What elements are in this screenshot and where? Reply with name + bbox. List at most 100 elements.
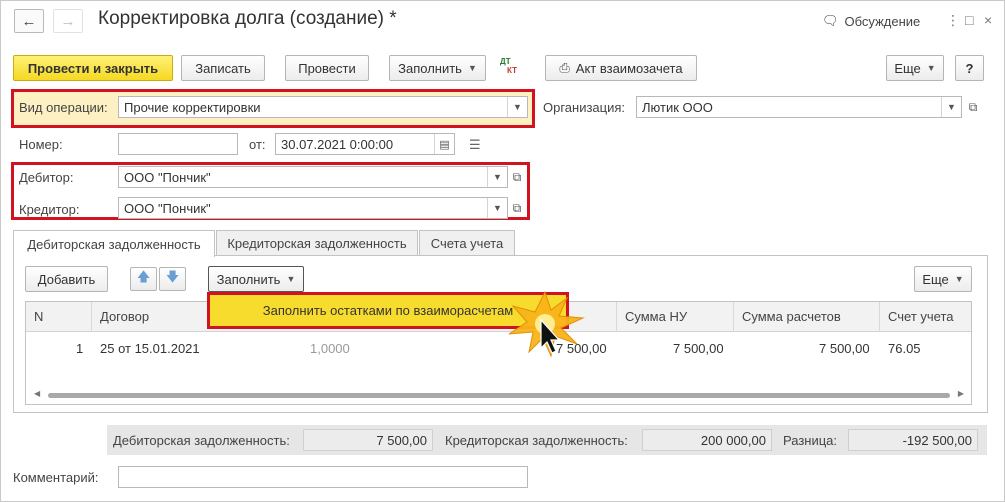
creditor-value: ООО "Пончик" [124, 200, 211, 216]
discussion-button[interactable]: 🗨 Обсуждение [822, 13, 920, 29]
number-label: Номер: [19, 137, 63, 152]
chevron-down-icon[interactable]: ▼ [941, 97, 961, 117]
post-label: Провести [298, 60, 356, 76]
creditor-label: Кредитор: [19, 202, 80, 217]
tab-accounts-label: Счета учета [430, 236, 504, 251]
table-fill-label: Заполнить [216, 271, 281, 287]
chevron-down-icon[interactable]: ▼ [507, 97, 527, 117]
column-separator [733, 302, 734, 332]
history-list-icon[interactable]: ☰ [469, 137, 481, 153]
cell-rate: 1,0000 [310, 341, 350, 356]
column-separator [91, 302, 92, 332]
date-label: от: [249, 137, 266, 152]
open-debtor-icon[interactable]: ⧉ [508, 166, 526, 188]
arrow-up-icon: 🡅 [136, 269, 151, 284]
arrow-right-icon: → [60, 12, 76, 30]
add-row-button[interactable]: Добавить [25, 266, 108, 292]
debtor-value: ООО "Пончик" [124, 169, 211, 185]
column-header-contract[interactable]: Договор [100, 302, 149, 332]
chevron-down-icon: ▼ [467, 63, 477, 73]
fill-menu-button[interactable]: Заполнить ▼ [389, 55, 486, 81]
close-icon[interactable]: × [984, 12, 992, 28]
table-more-label: Еще [922, 271, 949, 287]
tab-accounts[interactable]: Счета учета [419, 230, 515, 256]
save-label: Записать [195, 60, 251, 76]
add-row-label: Добавить [37, 271, 96, 287]
dt-label: ДТ [500, 57, 511, 66]
help-label: ? [965, 60, 974, 76]
tab-receivables[interactable]: Дебиторская задолженность [13, 230, 215, 257]
payable-total-value: 200 000,00 [642, 429, 772, 451]
page-title: Корректировка долга (создание) * [98, 8, 397, 29]
fill-menu-item-label: Заполнить остатками по взаиморасчетам [262, 303, 514, 318]
date-value: 30.07.2021 0:00:00 [281, 136, 394, 152]
difference-text: -192 500,00 [902, 432, 972, 448]
chevron-down-icon: ▼ [926, 63, 936, 73]
discussion-label: Обсуждение [844, 13, 921, 29]
tab-receivables-label: Дебиторская задолженность [27, 236, 201, 252]
difference-value: -192 500,00 [848, 429, 978, 451]
forward-button[interactable]: → [53, 9, 83, 33]
arrow-left-icon: ← [21, 12, 37, 30]
receivable-total-label: Дебиторская задолженность: [113, 433, 290, 448]
maximize-icon[interactable]: □ [965, 12, 973, 28]
column-header-amount-nu[interactable]: Сумма НУ [625, 302, 687, 332]
scrollbar-thumb[interactable] [48, 393, 950, 398]
dt-kt-button[interactable]: ДТ КТ [500, 57, 522, 79]
more-button[interactable]: Еще ▼ [886, 55, 944, 81]
back-button[interactable]: ← [14, 9, 44, 33]
post-button[interactable]: Провести [285, 55, 369, 81]
debtor-label: Дебитор: [19, 170, 74, 185]
difference-label: Разница: [783, 433, 838, 448]
date-input[interactable]: 30.07.2021 0:00:00 ▤ [275, 133, 455, 155]
scroll-left-icon[interactable]: ◀ [34, 389, 40, 398]
comment-input[interactable] [118, 466, 528, 488]
organization-select[interactable]: Лютик ООО ▼ [636, 96, 962, 118]
arrow-down-icon: 🡇 [165, 269, 180, 284]
help-button[interactable]: ? [955, 55, 984, 81]
calendar-icon[interactable]: ▤ [434, 134, 454, 154]
post-and-close-button[interactable]: Провести и закрыть [13, 55, 173, 81]
cell-account: 76.05 [888, 341, 921, 356]
chevron-down-icon[interactable]: ▼ [487, 167, 507, 187]
save-button[interactable]: Записать [181, 55, 265, 81]
fill-label: Заполнить [398, 60, 462, 76]
column-header-account[interactable]: Счет учета [888, 302, 954, 332]
cell-contract: 25 от 15.01.2021 [100, 341, 200, 356]
tab-payables[interactable]: Кредиторская задолженность [216, 230, 418, 256]
cell-amount-settlements: 7 500,00 [819, 341, 870, 356]
scroll-right-icon[interactable]: ▶ [958, 389, 964, 398]
open-organization-icon[interactable]: ⧉ [964, 96, 982, 118]
table-more-button[interactable]: Еще ▼ [914, 266, 972, 292]
horizontal-scrollbar[interactable]: ◀ ▶ [34, 389, 964, 399]
offset-act-button[interactable]: ⎙ Акт взаимозачета [545, 55, 697, 81]
chevron-down-icon[interactable]: ▼ [487, 198, 507, 218]
open-creditor-icon[interactable]: ⧉ [508, 197, 526, 219]
creditor-select[interactable]: ООО "Пончик" ▼ [118, 197, 508, 219]
move-down-button[interactable]: 🡇 [159, 267, 186, 291]
kt-label: КТ [507, 66, 517, 75]
operation-value: Прочие корректировки [124, 99, 261, 115]
debtor-select[interactable]: ООО "Пончик" ▼ [118, 166, 508, 188]
post-and-close-label: Провести и закрыть [27, 60, 159, 76]
receivable-total-value: 7 500,00 [303, 429, 433, 451]
cell-n: 1 [76, 341, 84, 356]
comment-label: Комментарий: [13, 470, 99, 485]
column-separator [616, 302, 617, 332]
offset-act-label: Акт взаимозачета [575, 60, 683, 76]
column-header-amount-settlements[interactable]: Сумма расчетов [742, 302, 841, 332]
column-header-n[interactable]: N [34, 302, 43, 332]
move-up-button[interactable]: 🡅 [130, 267, 157, 291]
operation-select[interactable]: Прочие корректировки ▼ [118, 96, 528, 118]
number-input[interactable] [118, 133, 238, 155]
tab-payables-label: Кредиторская задолженность [227, 236, 407, 251]
table-fill-button[interactable]: Заполнить ▼ [208, 266, 304, 292]
cell-amount-nu: 7 500,00 [673, 341, 724, 356]
more-vertical-icon[interactable]: ⋮ [946, 12, 960, 29]
payable-total-text: 200 000,00 [700, 432, 766, 448]
cursor-highlight [508, 290, 585, 358]
organization-label: Организация: [543, 100, 626, 115]
chat-icon: 🗨 [822, 13, 839, 28]
receivable-total-text: 7 500,00 [376, 432, 427, 448]
table-row[interactable]: 1 25 от 15.01.2021 1,0000 7 500,00 7 500… [26, 332, 971, 364]
